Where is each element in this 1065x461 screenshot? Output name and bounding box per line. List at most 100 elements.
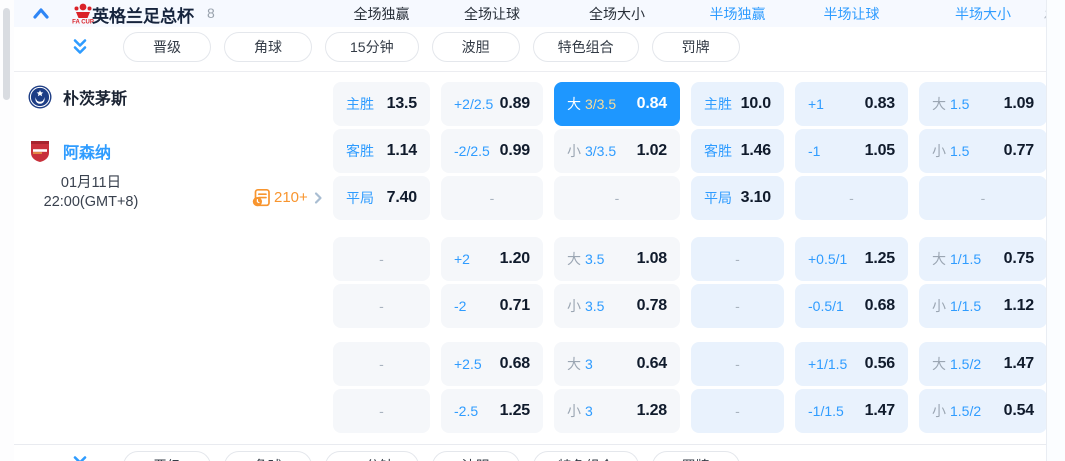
odds-cell[interactable]: 主胜 13.5	[333, 82, 430, 126]
odds-value: 0.75	[1003, 250, 1035, 267]
odds-cell[interactable]: 主胜 10.0	[691, 82, 784, 126]
odds-cell[interactable]: 大 3.5 1.08	[554, 237, 680, 281]
collapse-chevron-up-icon[interactable]	[30, 3, 52, 25]
away-team-row[interactable]: 阿森纳	[28, 139, 111, 163]
odds-selection-label: 小 3/3.5	[567, 141, 616, 161]
odds-cell[interactable]: 大 1.5/2 1.47	[919, 342, 1047, 386]
filter-pill[interactable]: 波胆	[431, 451, 520, 461]
market-header[interactable]: 全场让球	[441, 4, 543, 24]
odds-selection-label: 主胜	[346, 94, 374, 114]
odds-cell[interactable]: +2/2.5 0.89	[441, 82, 543, 126]
odds-cell[interactable]: 小 3.5 0.78	[554, 284, 680, 328]
odds-selection-label: +0.5/1	[808, 251, 847, 267]
market-header[interactable]: 半场让球	[795, 4, 908, 24]
right-edge-strip	[1047, 0, 1065, 461]
empty-odds-dash: -	[489, 190, 495, 206]
odds-cell[interactable]: 大 1.5 1.09	[919, 82, 1047, 126]
selection-label: -2/2.5	[454, 143, 490, 159]
odds-cell[interactable]: 平局 7.40	[333, 176, 430, 220]
filter-pill[interactable]: 15分钟	[325, 451, 419, 461]
odds-value: 0.68	[864, 297, 896, 314]
selection-label: 客胜	[704, 143, 732, 159]
market-header[interactable]: 全场大小	[554, 4, 680, 24]
over-under-label: 大	[932, 356, 946, 372]
filter-pill[interactable]: 罚牌	[651, 32, 740, 62]
expand-double-chevron-down-icon[interactable]	[70, 454, 90, 461]
filter-pill[interactable]: 晋级	[123, 32, 211, 62]
market-header[interactable]: 全场独赢	[333, 4, 430, 24]
handicap-line: 1.5/2	[950, 356, 982, 372]
odds-cell[interactable]: 小 1.5/2 0.54	[919, 389, 1047, 433]
odds-selection-label: 小 1.5	[932, 141, 969, 161]
left-scrollbar-track[interactable]	[0, 0, 14, 461]
odds-cell[interactable]: 客胜 1.46	[691, 129, 784, 173]
svg-text:FA CUP: FA CUP	[72, 20, 94, 26]
over-under-label: 小	[567, 143, 581, 159]
odds-cell[interactable]: 大 3/3.5 0.84	[554, 82, 680, 126]
odds-cell[interactable]: 小 3 1.28	[554, 389, 680, 433]
markets-doc-clock-icon	[252, 188, 270, 207]
filter-pill[interactable]: 15分钟	[325, 32, 419, 62]
handicap-line: 3	[585, 356, 593, 372]
odds-selection-label: -2.5	[454, 403, 478, 419]
odds-selection-label: -1/1.5	[808, 403, 844, 419]
odds-cell[interactable]: 大 3 0.64	[554, 342, 680, 386]
empty-odds-dash: -	[735, 356, 740, 372]
home-team-row[interactable]: 朴茨茅斯	[28, 85, 127, 109]
odds-cell[interactable]: -2.5 1.25	[441, 389, 543, 433]
odds-cell[interactable]: -1 1.05	[795, 129, 908, 173]
odds-cell[interactable]: -2 0.71	[441, 284, 543, 328]
left-scrollbar-thumb[interactable]	[3, 8, 10, 100]
more-markets-link[interactable]: 210+	[252, 188, 325, 207]
odds-value: 0.64	[636, 355, 668, 372]
odds-cell[interactable]: +2.5 0.68	[441, 342, 543, 386]
odds-value: 1.47	[1003, 355, 1035, 372]
filter-pill[interactable]: 角球	[224, 32, 312, 62]
odds-cell: -	[691, 237, 784, 281]
odds-cell[interactable]: -0.5/1 0.68	[795, 284, 908, 328]
odds-cell[interactable]: -1/1.5 1.47	[795, 389, 908, 433]
odds-cell[interactable]: 小 3/3.5 1.02	[554, 129, 680, 173]
filter-pill[interactable]: 特色组合	[532, 451, 639, 461]
odds-cell[interactable]: +1/1.5 0.56	[795, 342, 908, 386]
filter-pill[interactable]: 晋级	[123, 451, 211, 461]
odds-cell: -	[691, 284, 784, 328]
over-under-label: 大	[932, 251, 946, 267]
filter-pill[interactable]: 特色组合	[532, 32, 639, 62]
odds-cell[interactable]: -2/2.5 0.99	[441, 129, 543, 173]
over-under-label: 小	[567, 298, 581, 314]
empty-odds-dash: -	[379, 403, 384, 419]
filter-pill[interactable]: 波胆	[431, 32, 520, 62]
odds-value: 1.20	[499, 250, 531, 267]
odds-cell[interactable]: +0.5/1 1.25	[795, 237, 908, 281]
selection-label: +2/2.5	[454, 96, 494, 112]
odds-cell[interactable]: 大 1/1.5 0.75	[919, 237, 1047, 281]
away-team-name: 阿森纳	[63, 145, 112, 162]
odds-selection-label: 大 1.5	[932, 94, 969, 114]
odds-cell[interactable]: 平局 3.10	[691, 176, 784, 220]
odds-value: 0.89	[499, 95, 531, 112]
filter-pill[interactable]: 角球	[224, 451, 312, 461]
odds-selection-label: +1	[808, 96, 824, 112]
selection-label: -0.5/1	[808, 298, 844, 314]
over-under-label: 大	[567, 356, 581, 372]
expand-double-chevron-down-icon[interactable]	[70, 37, 90, 57]
filter-pill[interactable]: 罚牌	[651, 451, 740, 461]
odds-selection-label: 小 1/1.5	[932, 296, 981, 316]
empty-odds-dash: -	[379, 298, 384, 314]
odds-cell: -	[919, 176, 1047, 220]
empty-odds-dash: -	[980, 190, 986, 206]
odds-cell[interactable]: 客胜 1.14	[333, 129, 430, 173]
odds-cell[interactable]: +2 1.20	[441, 237, 543, 281]
match-date: 01月11日	[60, 175, 122, 191]
odds-selection-label: -1	[808, 143, 820, 159]
market-header[interactable]: 半场独赢	[691, 4, 784, 24]
over-under-label: 大	[932, 96, 946, 112]
odds-value: 1.12	[1003, 297, 1035, 314]
odds-cell[interactable]: +1 0.83	[795, 82, 908, 126]
odds-cell[interactable]: 小 1.5 0.77	[919, 129, 1047, 173]
odds-cell[interactable]: 小 1/1.5 1.12	[919, 284, 1047, 328]
match-time: 22:00(GMT+8)	[43, 194, 139, 210]
odds-cell: -	[691, 342, 784, 386]
market-header[interactable]: 半场大小	[919, 4, 1047, 24]
